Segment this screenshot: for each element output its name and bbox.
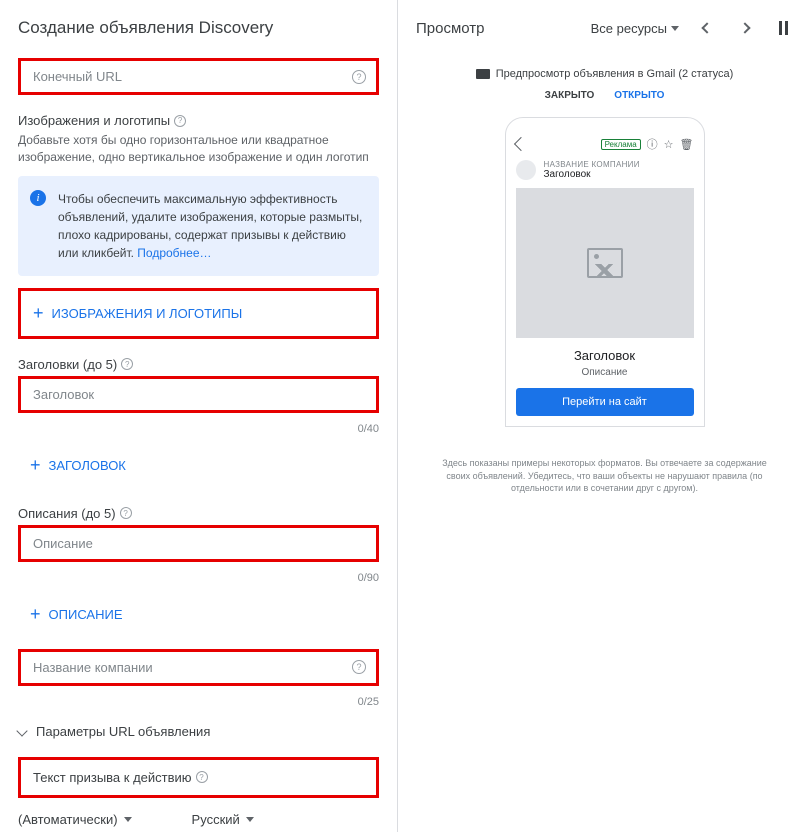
help-icon[interactable]: ? bbox=[196, 771, 208, 783]
description-field[interactable] bbox=[18, 525, 379, 562]
company-input[interactable] bbox=[33, 660, 364, 675]
avatar bbox=[516, 160, 536, 180]
help-icon[interactable]: ? bbox=[174, 115, 186, 127]
trash-icon[interactable]: 🗑 bbox=[680, 138, 694, 151]
language-dropdown[interactable]: Русский bbox=[192, 812, 254, 827]
page-title: Создание объявления Discovery bbox=[18, 18, 379, 38]
final-url-input[interactable] bbox=[33, 69, 364, 84]
phone-mockup: Реклама ⓘ ☆ 🗑 НАЗВАНИЕ КОМПАНИИ Заголово… bbox=[505, 117, 705, 427]
tab-closed[interactable]: ЗАКРЫТО bbox=[545, 90, 595, 101]
cta-button[interactable]: Перейти на сайт bbox=[516, 388, 694, 416]
pause-icon bbox=[779, 21, 788, 35]
chevron-down-icon bbox=[246, 817, 254, 822]
ad-company-label: НАЗВАНИЕ КОМПАНИИ bbox=[544, 160, 640, 169]
ad-headline-large: Заголовок bbox=[516, 348, 694, 363]
image-placeholder bbox=[516, 188, 694, 338]
mail-icon bbox=[476, 69, 490, 79]
descriptions-label: Описания (до 5) ? bbox=[18, 506, 379, 521]
next-button[interactable] bbox=[735, 18, 755, 38]
company-counter: 0/25 bbox=[18, 696, 379, 708]
info-banner: Чтобы обеспечить максимальную эффективно… bbox=[18, 176, 379, 276]
help-icon[interactable]: ? bbox=[352, 70, 366, 84]
headline-field[interactable] bbox=[18, 376, 379, 413]
preview-tabs: ЗАКРЫТО ОТКРЫТО bbox=[416, 90, 793, 101]
company-field[interactable]: ? bbox=[18, 649, 379, 686]
resources-dropdown[interactable]: Все ресурсы bbox=[591, 21, 679, 36]
prev-button[interactable] bbox=[697, 18, 717, 38]
preview-caption: Предпросмотр объявления в Gmail (2 стату… bbox=[416, 68, 793, 80]
preview-panel: Просмотр Все ресурсы Предпросмотр объявл… bbox=[398, 0, 811, 832]
help-icon[interactable]: ? bbox=[121, 358, 133, 370]
cta-field[interactable]: Текст призыва к действию ? bbox=[18, 757, 379, 798]
tab-open[interactable]: ОТКРЫТО bbox=[614, 90, 664, 101]
ad-headline-small: Заголовок bbox=[544, 169, 640, 180]
preview-disclaimer: Здесь показаны примеры некоторых формато… bbox=[416, 457, 793, 495]
info-icon[interactable]: ⓘ bbox=[647, 136, 658, 152]
ad-badge: Реклама bbox=[601, 139, 641, 150]
add-images-button[interactable]: + ИЗОБРАЖЕНИЯ И ЛОГОТИПЫ bbox=[18, 288, 379, 339]
chevron-left-icon bbox=[701, 22, 712, 33]
plus-icon: + bbox=[30, 604, 41, 625]
star-icon[interactable]: ☆ bbox=[664, 138, 674, 151]
help-icon[interactable]: ? bbox=[120, 507, 132, 519]
images-sublabel: Добавьте хотя бы одно горизонтальное или… bbox=[18, 132, 379, 166]
plus-icon: + bbox=[33, 303, 44, 324]
image-icon bbox=[587, 248, 623, 278]
chevron-down-icon bbox=[16, 725, 27, 736]
help-icon[interactable]: ? bbox=[352, 660, 366, 674]
cta-auto-dropdown[interactable]: (Автоматически) bbox=[18, 812, 132, 827]
pause-button[interactable] bbox=[773, 18, 793, 38]
headline-input[interactable] bbox=[33, 387, 364, 402]
preview-title: Просмотр bbox=[416, 20, 485, 37]
chevron-right-icon bbox=[739, 22, 750, 33]
final-url-field[interactable]: ? bbox=[18, 58, 379, 95]
images-label: Изображения и логотипы ? bbox=[18, 113, 379, 128]
add-headline-button[interactable]: + ЗАГОЛОВОК bbox=[18, 443, 379, 488]
description-input[interactable] bbox=[33, 536, 364, 551]
chevron-down-icon bbox=[671, 26, 679, 31]
learn-more-link[interactable]: Подробнее… bbox=[137, 246, 211, 260]
headlines-label: Заголовки (до 5) ? bbox=[18, 357, 379, 372]
chevron-down-icon bbox=[124, 817, 132, 822]
description-counter: 0/90 bbox=[18, 572, 379, 584]
add-description-button[interactable]: + ОПИСАНИЕ bbox=[18, 592, 379, 637]
url-params-expander[interactable]: Параметры URL объявления bbox=[18, 716, 379, 747]
ad-description: Описание bbox=[516, 367, 694, 378]
back-icon[interactable] bbox=[513, 137, 527, 151]
form-panel: Создание объявления Discovery ? Изображе… bbox=[0, 0, 398, 832]
plus-icon: + bbox=[30, 455, 41, 476]
headline-counter: 0/40 bbox=[18, 423, 379, 435]
